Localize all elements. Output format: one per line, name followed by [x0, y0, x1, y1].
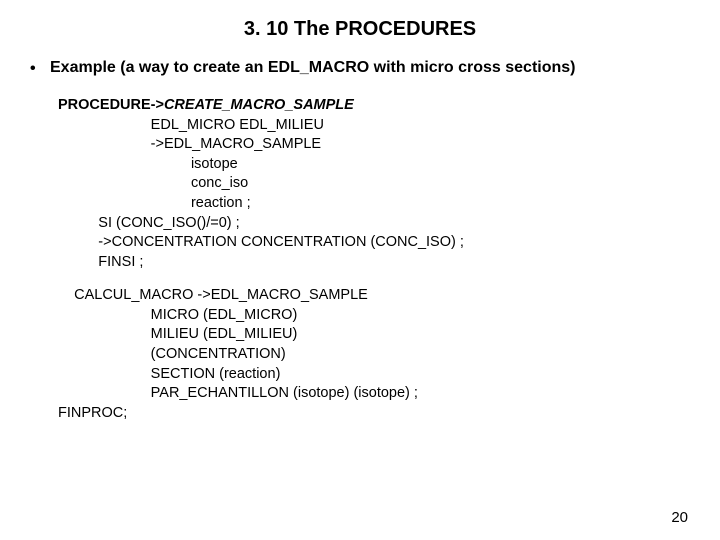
code-line: CALCUL_MACRO ->EDL_MACRO_SAMPLE — [74, 287, 368, 303]
page-number: 20 — [671, 509, 688, 526]
code-line: SI (CONC_ISO()/=0) ; — [98, 215, 239, 231]
code-block-2: CALCUL_MACRO ->EDL_MACRO_SAMPLE MICRO (E… — [58, 286, 690, 423]
code-line: ->EDL_MACRO_SAMPLE — [151, 136, 321, 152]
code-line: isotope — [191, 156, 238, 172]
code-line: ->CONCENTRATION CONCENTRATION (CONC_ISO)… — [98, 234, 464, 250]
bullet-text: Example (a way to create an EDL_MACRO wi… — [50, 59, 690, 77]
slide: 3. 10 The PROCEDURES • Example (a way to… — [0, 0, 720, 540]
code-line: SECTION (reaction) — [151, 366, 281, 382]
code-line: MILIEU (EDL_MILIEU) — [151, 326, 298, 342]
bullet-item: • Example (a way to create an EDL_MACRO … — [30, 59, 690, 78]
code-line: (CONCENTRATION) — [151, 346, 286, 362]
code-line: FINSI ; — [98, 254, 143, 270]
bullet-dot: • — [30, 59, 50, 78]
code-line: PAR_ECHANTILLON (isotope) (isotope) ; — [151, 385, 418, 401]
procedure-keyword: PROCEDURE-> — [58, 97, 164, 113]
code-line: EDL_MICRO EDL_MILIEU — [151, 117, 324, 133]
code-line: FINPROC; — [58, 405, 127, 421]
code-line: reaction ; — [191, 195, 251, 211]
code-line: MICRO (EDL_MICRO) — [151, 307, 298, 323]
page-title: 3. 10 The PROCEDURES — [30, 18, 690, 41]
code-line: conc_iso — [191, 175, 248, 191]
code-block-1: PROCEDURE->CREATE_MACRO_SAMPLE EDL_MICRO… — [58, 96, 690, 272]
procedure-name: CREATE_MACRO_SAMPLE — [164, 97, 354, 113]
